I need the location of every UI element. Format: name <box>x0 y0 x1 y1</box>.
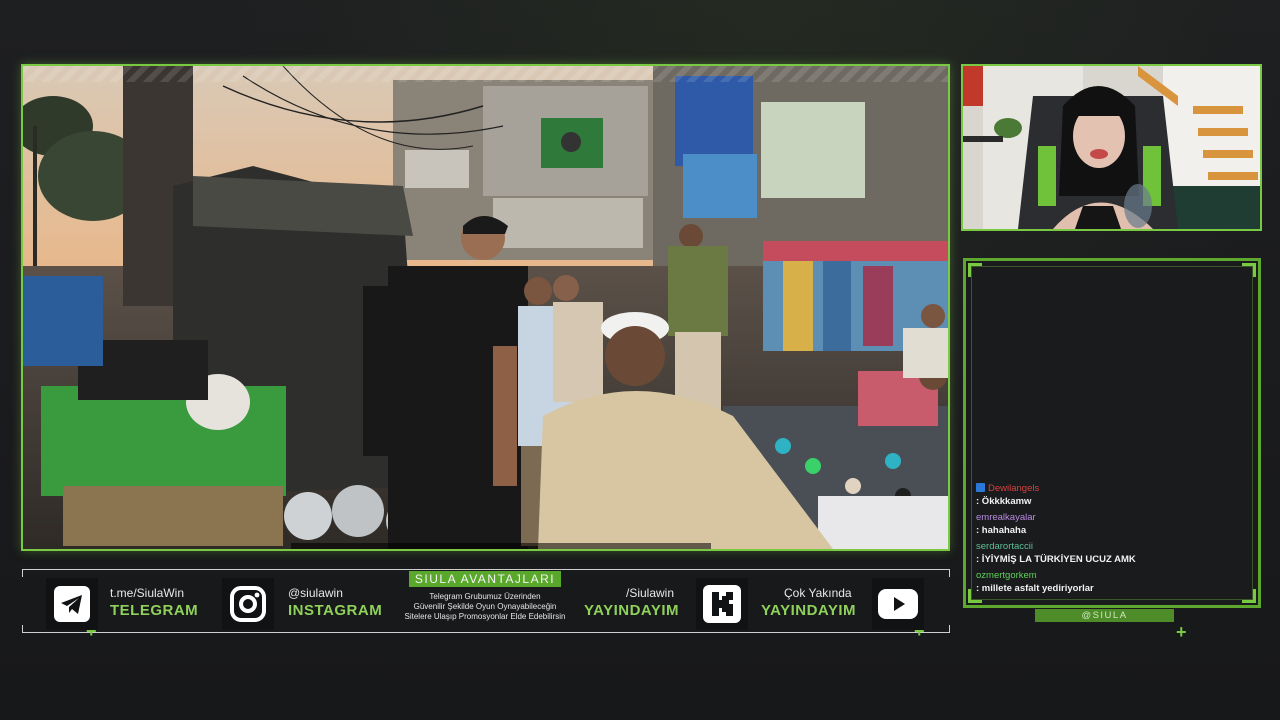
bar-tick <box>22 625 23 633</box>
chat-username[interactable]: Dewilangels <box>976 483 1250 496</box>
instagram-link[interactable] <box>222 578 274 630</box>
chat-corner <box>968 263 982 277</box>
bar-tick <box>949 625 950 633</box>
youtube-status[interactable]: Çok Yakında <box>784 586 852 600</box>
chat-text: : hahahaha <box>976 524 1027 536</box>
promo-line: Sitelere Ulaşıp Promosyonlar Elde Edebil… <box>404 612 566 621</box>
youtube-icon <box>878 589 918 619</box>
telegram-icon <box>54 586 90 622</box>
chat-panel[interactable]: Dewilangels : Ökkkkamw emrealkayalar : h… <box>963 258 1261 608</box>
instagram-handle[interactable]: @siulawin <box>288 586 343 600</box>
promo-text: Telegram Grubumuz Üzerinden Güvenilir Şe… <box>390 592 580 622</box>
plus-decoration: + <box>1176 622 1187 642</box>
chat-username[interactable]: ozmertgorkem <box>976 570 1250 583</box>
video-scene <box>23 66 948 549</box>
chat-text: : millete asfalt yediriyorlar <box>976 582 1094 594</box>
promo-block: SIULA AVANTAJLARI Telegram Grubumuz Üzer… <box>390 570 580 632</box>
chat-text: : Ökkkkamw <box>976 495 1032 507</box>
kick-label: YAYINDAYIM <box>584 602 680 619</box>
chat-text: : İYİYMİŞ LA TÜRKİYEN UCUZ AMK <box>976 553 1136 565</box>
chat-message: serdarortaccii : İYİYMİŞ LA TÜRKİYEN UCU… <box>976 541 1250 566</box>
chat-username[interactable]: emrealkayalar <box>976 512 1250 525</box>
chat-corner <box>1242 263 1256 277</box>
main-video[interactable] <box>21 64 950 551</box>
promo-title: SIULA AVANTAJLARI <box>408 571 562 587</box>
social-bar: + + t.me/SiulaWin TELEGRAM @siulawin INS… <box>22 569 950 640</box>
telegram-url[interactable]: t.me/SiulaWin <box>110 586 184 600</box>
telegram-link[interactable] <box>46 578 98 630</box>
chat-username-text: Dewilangels <box>988 483 1040 494</box>
youtube-link[interactable] <box>872 578 924 630</box>
chat-message: ozmertgorkem : millete asfalt yediriyorl… <box>976 570 1250 595</box>
youtube-label: YAYINDAYIM <box>761 602 857 619</box>
chat-message: emrealkayalar : hahahaha <box>976 512 1250 537</box>
telegram-label: TELEGRAM <box>110 602 199 619</box>
promo-line: Güvenilir Şekilde Oyun Oynayabileceğin <box>413 602 557 611</box>
chat-username[interactable]: serdarortaccii <box>976 541 1250 554</box>
streamer-handle-tag: @SIULA <box>1035 609 1174 622</box>
video-subtitle-bar <box>291 543 711 549</box>
instagram-icon <box>230 586 266 622</box>
kick-handle[interactable]: /Siulawin <box>626 586 674 600</box>
promo-line: Telegram Grubumuz Üzerinden <box>429 592 541 601</box>
chat-message: Dewilangels : Ökkkkamw <box>976 483 1250 508</box>
badge-icon <box>976 483 985 492</box>
instagram-label: INSTAGRAM <box>288 602 383 619</box>
webcam-scene <box>963 66 1260 229</box>
kick-link[interactable] <box>696 578 748 630</box>
kick-icon <box>703 585 741 623</box>
chat-message-list[interactable]: Dewilangels : Ökkkkamw emrealkayalar : h… <box>976 483 1250 599</box>
webcam-feed <box>961 64 1262 231</box>
